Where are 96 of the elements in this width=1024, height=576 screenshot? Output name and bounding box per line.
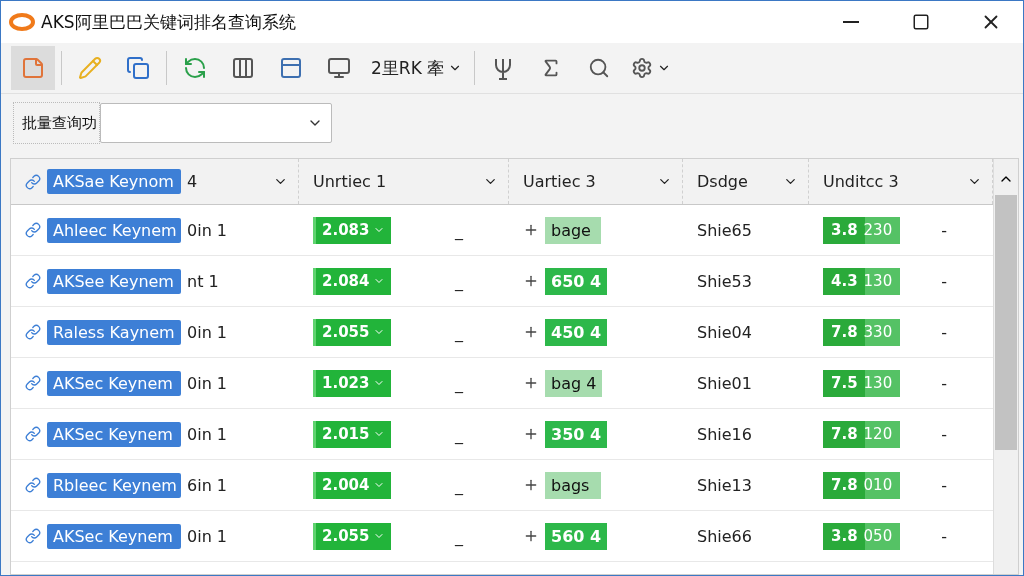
table-cell: Shie13 — [697, 475, 752, 495]
dash-text: _ — [455, 424, 463, 444]
column-header[interactable]: Unrtiec 1 — [299, 159, 509, 204]
link-icon — [25, 528, 41, 544]
table-cell: 6in 1 — [187, 475, 228, 495]
link-icon — [25, 324, 41, 340]
table-cell: 0in 1 — [187, 322, 228, 342]
plus-icon — [523, 528, 539, 544]
dash-text: - — [941, 526, 947, 546]
column-label: Unrtiec 1 — [313, 172, 387, 191]
plus-icon — [523, 426, 539, 442]
dash-text: _ — [455, 322, 463, 342]
menu-dropdown[interactable]: 2里RK 牽 — [365, 46, 469, 90]
keyword-tag: Rbleec Keynem — [47, 472, 181, 498]
minimize-icon — [843, 21, 859, 23]
table-cell: 0in 1 — [187, 526, 228, 546]
keyword-tag: AKSec Keynem — [47, 421, 181, 447]
link-icon — [25, 273, 41, 289]
copy-icon — [126, 56, 150, 80]
table-cell: Shie01 — [697, 373, 752, 393]
rank-tag: 7.8 120 — [823, 420, 901, 448]
table-cell: Shie66 — [697, 526, 752, 546]
table-cell: Shie53 — [697, 271, 752, 291]
column-header[interactable]: AKSae Keynom 4 — [11, 159, 299, 204]
dash-text: - — [941, 373, 947, 393]
column-label: Uartiec 3 — [523, 172, 596, 191]
score-tag: 2.055 — [313, 318, 392, 346]
value-tag: 450 4 — [545, 318, 608, 346]
dash-text: _ — [455, 373, 463, 393]
rank-tag: 7.5 130 — [823, 369, 901, 397]
link-icon — [25, 173, 41, 190]
table-cell: Shie04 — [697, 322, 752, 342]
table-cell: 0in 1 — [187, 424, 228, 444]
table-cell: Shie65 — [697, 220, 752, 240]
plus-icon — [523, 324, 539, 340]
search-icon — [588, 57, 611, 79]
link-icon — [25, 222, 41, 238]
table-cell: 0in 1 — [187, 220, 228, 240]
dash-text: - — [941, 220, 947, 240]
logo-icon — [9, 12, 35, 32]
window-title: AKS阿里巴巴关键词排名查询系统 — [41, 10, 297, 34]
table-cell: Shie16 — [697, 424, 752, 444]
score-tag: 2.055 — [313, 522, 392, 550]
keyword-tag: Ahleec Keynem — [47, 217, 181, 243]
value-tag: bage — [545, 216, 601, 244]
value-tag: 560 4 — [545, 522, 608, 550]
score-tag: 2.015 — [313, 420, 392, 448]
score-tag: 2.004 — [313, 471, 392, 499]
column-label: Dsdge — [697, 172, 748, 191]
dash-text: - — [941, 322, 947, 342]
rank-tag: 7.8 010 — [823, 471, 901, 499]
dash-text: _ — [455, 475, 463, 495]
dash-text: _ — [455, 271, 463, 291]
value-tag: 650 4 — [545, 267, 608, 295]
keyword-tag: AKSec Keynem — [47, 370, 181, 396]
plus-icon — [523, 273, 539, 289]
settings-icon — [631, 57, 654, 79]
keyword-tag: AKSae Keynom — [47, 169, 181, 194]
rank-tag: 3.8 050 — [823, 522, 901, 550]
link-icon — [25, 426, 41, 442]
link-icon — [25, 477, 41, 493]
score-tag: 2.083 — [313, 216, 392, 244]
maximize-icon — [912, 13, 930, 31]
keyword-tag: Raless Kaynem — [47, 319, 181, 345]
score-tag: 2.084 — [313, 267, 392, 295]
refresh-icon — [183, 56, 207, 80]
scrollbar[interactable] — [993, 159, 1018, 574]
column-header[interactable]: Dsdge — [683, 159, 809, 204]
rank-tag: 3.8 230 — [823, 216, 901, 244]
table-cell: 0in 1 — [187, 373, 228, 393]
column-header[interactable]: Uartiec 3 — [509, 159, 683, 204]
score-tag: 1.023 — [313, 369, 392, 397]
column-label: 4 — [187, 172, 198, 191]
table-cell: nt 1 — [187, 271, 219, 291]
dash-text: - — [941, 424, 947, 444]
pencil-icon — [78, 56, 102, 80]
dash-text: - — [941, 271, 947, 291]
rank-tag: 4.3 130 — [823, 267, 901, 295]
rank-tag: 7.8 330 — [823, 318, 901, 346]
columns-icon — [231, 56, 255, 80]
dash-text: _ — [455, 220, 463, 240]
plus-icon — [523, 222, 539, 238]
plus-icon — [523, 375, 539, 391]
link-icon — [25, 375, 41, 391]
panel-icon — [279, 56, 303, 80]
monitor-icon — [327, 56, 351, 80]
dash-text: _ — [455, 526, 463, 546]
value-tag: 350 4 — [545, 420, 608, 448]
note-icon — [21, 56, 45, 80]
value-tag: bag 4 — [545, 369, 603, 397]
dash-text: - — [941, 475, 947, 495]
value-tag: bags — [545, 471, 601, 499]
plus-icon — [523, 477, 539, 493]
keyword-tag: AKSec Keynem — [47, 523, 181, 549]
keyword-tag: AKSee Keynem — [47, 268, 181, 294]
column-label: Unditcc 3 — [823, 172, 899, 191]
